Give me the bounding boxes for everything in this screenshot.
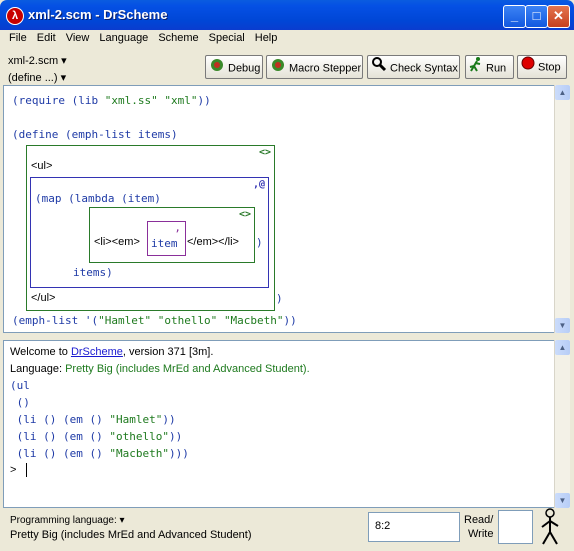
define-close-paren: ) [276, 292, 283, 305]
stop-icon [521, 56, 535, 79]
minimize-button[interactable]: _ [503, 5, 526, 28]
language-selector-value[interactable]: Pretty Big (includes MrEd and Advanced S… [10, 529, 252, 541]
scroll-down-arrow-icon[interactable]: ▼ [555, 318, 570, 333]
language-selector-label[interactable]: Programming language: ▾ [10, 515, 125, 526]
welcome-line: Welcome to DrScheme, version 371 [3m]. [10, 346, 214, 358]
pane-splitter[interactable] [0, 334, 574, 339]
close-button[interactable]: ✕ [547, 5, 570, 28]
output-line-2: () [10, 396, 30, 409]
menu-scheme[interactable]: Scheme [153, 31, 203, 45]
drscheme-logo-icon: λ [6, 7, 24, 25]
position-field: 8:2 [368, 512, 460, 542]
runner-icon [469, 56, 483, 81]
output-line-3: (li () (em () "Hamlet")) [10, 413, 176, 426]
code-line-define: (define (emph-list items) [12, 128, 178, 141]
definitions-editor[interactable]: (require (lib "xml.ss" "xml")) (define (… [3, 85, 556, 333]
repl-prompt: > [10, 464, 17, 476]
walking-figure-icon [538, 508, 562, 549]
macro-stepper-icon [270, 56, 286, 81]
read-write-indicator [498, 510, 533, 544]
menu-view[interactable]: View [61, 31, 95, 45]
li-em-open-tag: <li><em> [94, 236, 140, 248]
xml-box-outer[interactable]: <> <ul> ,@ (map (lambda (item) <> <li><e… [26, 145, 275, 311]
title-bar[interactable]: λ xml-2.scm - DrScheme _ □ ✕ [0, 0, 574, 30]
run-button[interactable]: Run [465, 55, 514, 79]
magnifier-icon [371, 56, 387, 81]
file-name-menu[interactable]: xml-2.scm ▾ [8, 54, 67, 67]
check-syntax-button[interactable]: Check Syntax [367, 55, 460, 79]
scroll-down-arrow-icon[interactable]: ▼ [555, 493, 570, 508]
check-syntax-label: Check Syntax [390, 62, 458, 75]
scheme-splice-box[interactable]: ,@ (map (lambda (item) <> <li><em> , ite… [30, 177, 269, 288]
stop-button[interactable]: Stop [517, 55, 567, 79]
text-cursor [26, 463, 27, 477]
macro-stepper-button[interactable]: Macro Stepper [266, 55, 363, 79]
window-title: xml-2.scm - DrScheme [28, 7, 168, 22]
code-line-map: (map (lambda (item) [35, 192, 161, 205]
unquote-comma: , [174, 221, 181, 234]
macro-stepper-label: Macro Stepper [289, 62, 362, 75]
interactions-editor[interactable]: Welcome to DrScheme, version 371 [3m]. L… [3, 340, 556, 508]
output-line-5: (li () (em () "Macbeth"))) [10, 447, 189, 460]
interactions-scrollbar[interactable]: ▲ ▼ [554, 340, 570, 508]
define-popup-menu[interactable]: (define ...) ▾ [8, 71, 66, 84]
run-label: Run [486, 62, 507, 75]
code-items: items) [73, 266, 113, 279]
definitions-scrollbar[interactable]: ▲ ▼ [554, 85, 570, 333]
ul-open-tag: <ul> [31, 160, 53, 172]
menu-special[interactable]: Special [204, 31, 250, 45]
menu-bar: File Edit View Language Scheme Special Help [4, 31, 570, 49]
ul-close-tag: </ul> [31, 292, 56, 304]
read-write-line1: Read/ [464, 514, 494, 526]
splice-badge: ,@ [252, 179, 265, 190]
inner-xml-box-badge: <> [238, 209, 251, 220]
menu-language[interactable]: Language [94, 31, 153, 45]
lambda-close-paren: ) [256, 236, 263, 249]
code-line-require: (require (lib "xml.ss" "xml")) [12, 94, 211, 107]
unquote-box[interactable]: , item [147, 221, 186, 256]
code-line-call: (emph-list '("Hamlet" "othello" "Macbeth… [12, 314, 297, 327]
debug-bug-icon [209, 56, 225, 81]
drscheme-link[interactable]: DrScheme [71, 346, 123, 358]
em-li-close-tag: </em></li> [187, 236, 239, 248]
menu-file[interactable]: File [4, 31, 32, 45]
cursor-position: 8:2 [375, 520, 391, 532]
language-line: Language: Pretty Big (includes MrEd and … [10, 363, 310, 375]
debug-label: Debug [228, 62, 261, 75]
read-write-line2: Write [468, 528, 494, 540]
debug-button[interactable]: Debug [205, 55, 263, 79]
xml-box-badge: <> [258, 147, 271, 158]
status-bar: Programming language: ▾ Pretty Big (incl… [0, 508, 574, 551]
scroll-up-arrow-icon[interactable]: ▲ [555, 85, 570, 100]
scroll-up-arrow-icon[interactable]: ▲ [555, 340, 570, 355]
output-line-1: (ul [10, 379, 30, 392]
stop-label: Stop [538, 61, 561, 74]
xml-box-inner[interactable]: <> <li><em> , item </em></li> [89, 207, 255, 263]
maximize-button[interactable]: □ [525, 5, 548, 28]
menu-edit[interactable]: Edit [32, 31, 61, 45]
output-line-4: (li () (em () "othello")) [10, 430, 183, 443]
menu-help[interactable]: Help [250, 31, 283, 45]
item-identifier: item [151, 237, 178, 250]
